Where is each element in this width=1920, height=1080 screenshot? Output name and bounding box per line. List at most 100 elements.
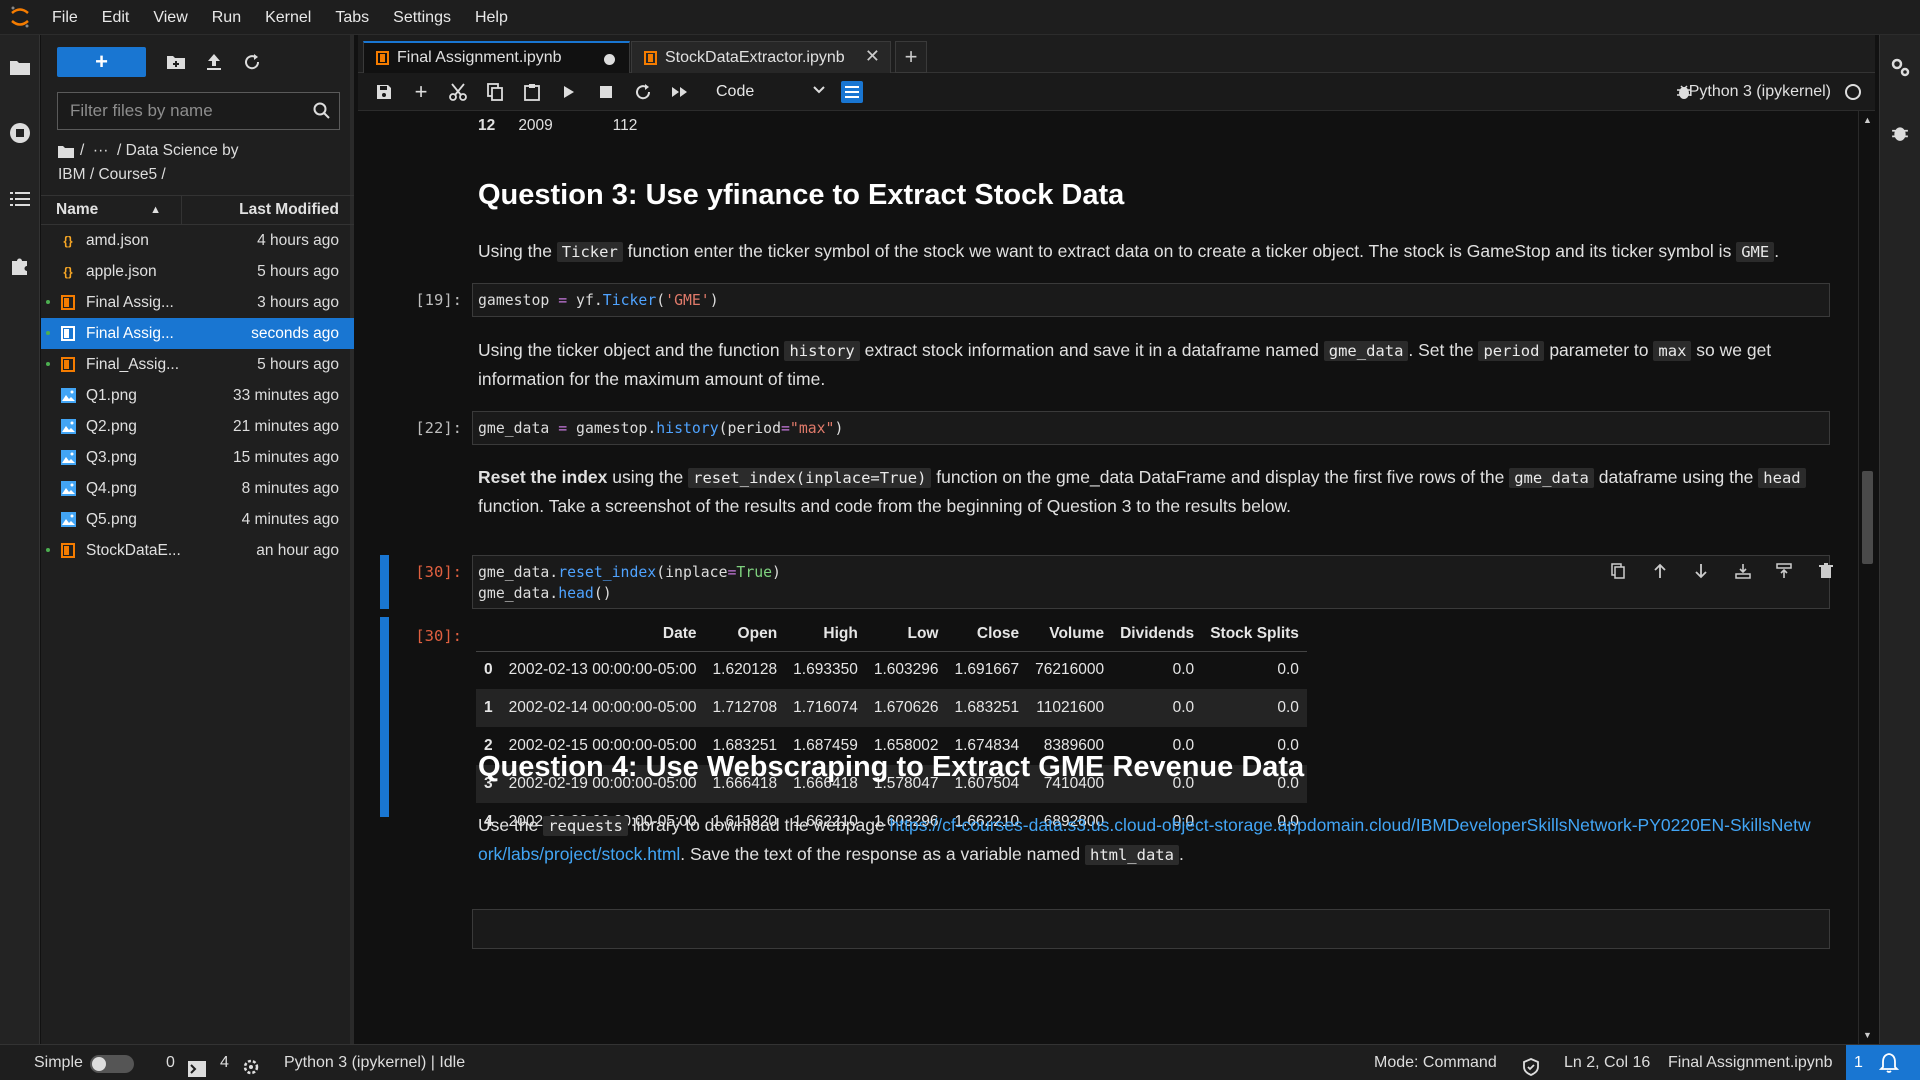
file-row[interactable]: Q2.png 21 minutes ago — [41, 411, 354, 442]
kernel-status[interactable]: Python 3 (ipykernel) | Idle — [284, 1045, 465, 1080]
menu-kernel[interactable]: Kernel — [253, 0, 323, 35]
file-list: {} amd.json 4 hours ago {} apple.json 5 hours… — [41, 225, 354, 566]
file-row[interactable]: {} amd.json 4 hours ago — [41, 225, 354, 256]
home-folder-icon[interactable] — [58, 145, 74, 158]
menu-settings[interactable]: Settings — [381, 0, 463, 35]
q3-paragraph-2[interactable]: Using the ticker object and the function… — [478, 336, 1828, 393]
code-token: gamestop — [576, 420, 648, 437]
cell-22-code-editor[interactable]: gme_data = gamestop.history(period="max"… — [472, 411, 1830, 445]
tab-final-assignment[interactable]: Final Assignment.ipynb — [363, 41, 630, 73]
file-row[interactable]: Final Assig... 3 hours ago — [41, 287, 354, 318]
restart-kernel-icon[interactable] — [632, 81, 654, 103]
table-column-header: Low — [907, 624, 939, 642]
file-row[interactable]: Q4.png 8 minutes ago — [41, 473, 354, 504]
q3-paragraph-3[interactable]: Reset the index using the reset_index(in… — [478, 463, 1828, 520]
file-row[interactable]: Q3.png 15 minutes ago — [41, 442, 354, 473]
filter-files-input[interactable]: Filter files by name — [57, 92, 340, 130]
tab-stockdataextractor[interactable]: StockDataExtractor.ipynb ✕ — [631, 41, 891, 73]
file-row[interactable]: Final_Assig... 5 hours ago — [41, 349, 354, 380]
breadcrumb-path[interactable]: / ··· / Data Science by — [80, 139, 239, 163]
next-code-cell-editor[interactable] — [472, 909, 1830, 949]
move-up-arrow-icon[interactable] — [1649, 560, 1671, 582]
notebook-scrollbar[interactable]: ▲ ▼ — [1858, 111, 1875, 1044]
previous-output-row: 12 2009 112 — [478, 117, 637, 135]
menu-file[interactable]: File — [40, 0, 90, 35]
output-collapser[interactable] — [380, 617, 389, 817]
scroll-thumb[interactable] — [1862, 471, 1873, 564]
left-activity-bar — [0, 35, 40, 1044]
row-value: 112 — [612, 117, 638, 134]
breadcrumb-path-cont[interactable]: IBM / Course5 / — [58, 163, 348, 187]
new-launcher-button[interactable]: + — [57, 47, 146, 77]
row-index-cell: 0 — [484, 661, 493, 679]
scroll-up-arrow-icon[interactable]: ▲ — [1863, 115, 1872, 125]
file-modified: 4 minutes ago — [241, 510, 339, 528]
insert-cell-plus-icon[interactable]: + — [410, 79, 432, 104]
cell-19-code-editor[interactable]: gamestop = yf.Ticker('GME') — [472, 283, 1830, 317]
file-row[interactable]: Q5.png 4 minutes ago — [41, 504, 354, 535]
delete-cell-trash-icon[interactable] — [1815, 560, 1837, 582]
cell-22-prompt: [22]: — [415, 419, 462, 437]
file-row[interactable]: StockDataE... an hour ago — [41, 535, 354, 566]
menu-view[interactable]: View — [141, 0, 199, 35]
simple-mode-toggle[interactable] — [90, 1055, 134, 1073]
insert-below-icon[interactable] — [1732, 560, 1754, 582]
q4-paragraph-1[interactable]: Use the requests library to download the… — [478, 811, 1818, 869]
property-inspector-icon[interactable] — [841, 81, 863, 103]
code-token: gme_data — [478, 420, 550, 437]
unsaved-dot-icon[interactable] — [604, 54, 615, 65]
running-kernels-icon[interactable] — [0, 111, 40, 155]
cursor-position[interactable]: Ln 2, Col 16 — [1564, 1045, 1650, 1080]
table-of-contents-icon[interactable] — [0, 177, 40, 221]
file-row[interactable]: Final Assig... seconds ago — [41, 318, 354, 349]
tab-bar: Final Assignment.ipynb StockDataExtracto… — [358, 35, 1875, 73]
stop-kernel-icon[interactable] — [595, 81, 617, 103]
notebook-panel[interactable]: 12 2009 112 Question 3: Use yfinance to … — [358, 111, 1858, 1044]
file-browser: + Filter files by name / ··· / Data Scie… — [41, 35, 354, 1044]
menu-edit[interactable]: Edit — [90, 0, 142, 35]
cut-icon[interactable] — [447, 81, 469, 103]
q4-heading-cell[interactable]: Question 4: Use Webscraping to Extract G… — [478, 749, 1828, 785]
restart-run-all-icon[interactable] — [669, 81, 691, 103]
text: library to download the webpage — [627, 815, 890, 835]
editor-mode: Mode: Command — [1374, 1054, 1497, 1071]
q3-paragraph-1[interactable]: Using the Ticker function enter the tick… — [478, 237, 1828, 266]
cell-type-select[interactable]: Code — [716, 80, 826, 104]
move-down-arrow-icon[interactable] — [1690, 560, 1712, 582]
file-row[interactable]: Q1.png 33 minutes ago — [41, 380, 354, 411]
paste-icon[interactable] — [521, 81, 543, 103]
menu-help[interactable]: Help — [463, 0, 520, 35]
file-row[interactable]: {} apple.json 5 hours ago — [41, 256, 354, 287]
extensions-puzzle-icon[interactable] — [0, 243, 40, 287]
text: Using the — [478, 241, 557, 261]
insert-above-icon[interactable] — [1773, 560, 1795, 582]
json-file-icon: {} — [63, 264, 73, 279]
new-folder-icon[interactable] — [161, 47, 191, 77]
kernel-name[interactable]: Python 3 (ipykernel) — [1689, 73, 1831, 111]
folder-icon[interactable] — [0, 45, 40, 89]
text: extract stock information and save it in… — [859, 340, 1324, 360]
run-cell-icon[interactable] — [558, 81, 580, 103]
property-inspector-gears-icon[interactable] — [1880, 45, 1920, 89]
kernel-count[interactable]: 4 — [220, 1045, 229, 1080]
notifications-button[interactable]: 1 — [1846, 1045, 1920, 1080]
column-modified-header[interactable]: Last Modified — [182, 196, 354, 224]
notebook-file-icon — [58, 543, 78, 558]
column-name-header[interactable]: Name ▲ — [41, 196, 182, 224]
copy-icon[interactable] — [484, 81, 506, 103]
terminal-count[interactable]: 0 — [166, 1045, 175, 1080]
filter-placeholder: Filter files by name — [70, 101, 213, 120]
close-icon[interactable]: ✕ — [865, 46, 880, 67]
menu-tabs[interactable]: Tabs — [323, 0, 381, 35]
debugger-bug-icon[interactable] — [1880, 111, 1920, 155]
notebook-file-icon — [58, 326, 78, 341]
save-icon[interactable] — [373, 81, 395, 103]
upload-icon[interactable] — [199, 47, 229, 77]
table-cell: 1.712708 — [712, 699, 778, 716]
refresh-icon[interactable] — [237, 47, 267, 77]
duplicate-cell-icon[interactable] — [1607, 560, 1629, 582]
new-tab-plus-icon[interactable]: + — [895, 41, 927, 73]
q3-heading-cell[interactable]: Question 3: Use yfinance to Extract Stoc… — [478, 177, 1828, 213]
menu-run[interactable]: Run — [200, 0, 253, 35]
scroll-down-arrow-icon[interactable]: ▼ — [1863, 1030, 1872, 1040]
